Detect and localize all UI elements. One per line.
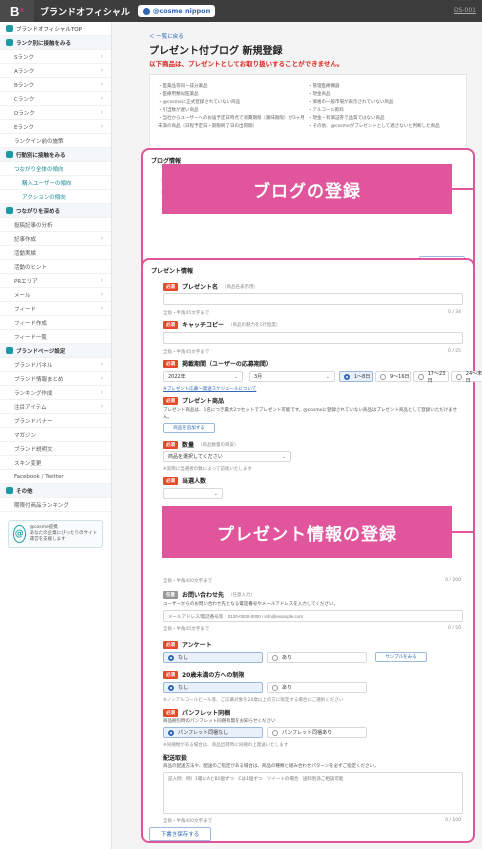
product-desc: プレゼント商品は、1名につき最大2つセットでプレゼント可能です。@cosmeに登… (163, 408, 458, 420)
sidebar-item[interactable]: 注目アイテム › (0, 400, 111, 414)
sidebar-section-brand: ブランドページ設定 (0, 344, 111, 358)
back-link[interactable]: ＜ 一覧に戻る (149, 32, 184, 40)
survey-none-radio[interactable]: なし (163, 652, 263, 663)
sidebar-item[interactable]: Dランク › (0, 106, 111, 120)
age-yes-radio[interactable]: あり (267, 682, 367, 693)
winners-select[interactable]: ⌄ (163, 488, 223, 499)
sample-button[interactable]: サンプルをみる (375, 652, 427, 662)
sidebar-item[interactable]: ブランド情報まとめ › (0, 372, 111, 386)
chart-icon (6, 39, 13, 46)
age-limit-label: 20歳未満の方への制限 (182, 672, 245, 679)
pamphlet-yes-radio[interactable]: パンフレット同梱あり (267, 727, 367, 738)
page-title: プレゼント付ブログ 新規登録 (149, 46, 283, 57)
chevron-down-icon: ⌄ (325, 373, 330, 380)
home-icon (6, 25, 13, 32)
sidebar-item[interactable]: ランクイン前の施策 (0, 134, 111, 148)
sidebar-item[interactable]: つながり全体の傾向 (0, 162, 111, 176)
survey-label: アンケート (182, 642, 212, 649)
blog-register-callout: ブログの登録 (162, 164, 452, 214)
brand-logo[interactable]: B ® (0, 0, 34, 22)
present-register-callout: プレゼント情報の登録 (162, 506, 452, 558)
sidebar-section-connect: つながりを深める (0, 204, 111, 218)
present-name-input[interactable] (163, 293, 463, 305)
contact-label: お問い合わせ先 (182, 592, 225, 599)
sidebar-item[interactable]: Sランク › (0, 50, 111, 64)
cosme-logo-icon: @ (13, 525, 26, 543)
top-bar: B ® ブランドオフィシャル @cosme nippon DS-001 (0, 0, 482, 22)
sidebar-item[interactable]: Facebook / Twitter (0, 470, 111, 484)
settings-icon (6, 347, 13, 354)
period-label: 掲載期間（ユーザーの応募期間） (182, 361, 272, 368)
warning-text: 以下商品は、プレゼントとしてお取り扱いすることができません。 (149, 60, 344, 68)
period-option-2[interactable]: 9〜16日 (375, 371, 411, 382)
header-link[interactable]: DS-001 (454, 7, 476, 14)
banner-text: あなたの企業にぴったりのサイト運営を支援します (29, 531, 98, 542)
sidebar-item[interactable]: スキン変更 (0, 456, 111, 470)
year-select[interactable]: 2022年 ⌄ (163, 371, 243, 382)
sidebar-section-rank: ランク別に接触をみる (0, 36, 111, 50)
link-icon (6, 207, 13, 214)
pamphlet-label: パンフレット同梱 (182, 710, 231, 717)
sidebar-item[interactable]: 投稿記事の分析 (0, 218, 111, 232)
add-product-button[interactable]: 商品を追加する (163, 423, 215, 433)
grid-icon (6, 487, 13, 494)
chevron-down-icon: ⌄ (281, 453, 286, 460)
sidebar: ブランドオフィシャルTOP ランク別に接触をみる Sランク › Aランク › Bラン… (0, 22, 112, 849)
account-icon (142, 7, 150, 15)
survey-yes-radio[interactable]: あり (267, 652, 367, 663)
quantity-select[interactable]: 商品を選択してください ⌄ (163, 451, 291, 462)
sidebar-subitem[interactable]: アクションの傾向 (0, 190, 111, 204)
catch-copy-input[interactable] (163, 332, 463, 344)
period-option-3[interactable]: 17〜23日 (413, 371, 449, 384)
restricted-list-left: 医薬品等同一成分薬品 医療用類似医薬品 @cosmeに正式登録されていない商品 … (158, 83, 308, 131)
sidebar-banner[interactable]: @ @cosme提携 あなたの企業にぴったりのサイト運営を支援します (8, 520, 103, 548)
contact-input[interactable] (163, 610, 463, 622)
restricted-list-right: 管理医療機器 現金商品 価格の一般市場が表示されていない商品 アルコール飲料 現… (308, 83, 458, 131)
sidebar-item[interactable]: PRエリア › (0, 274, 111, 288)
save-draft-button[interactable]: 下書き保存する (149, 827, 211, 841)
sidebar-item[interactable]: マガジン (0, 428, 111, 442)
sidebar-item[interactable]: ブランドバナー (0, 414, 111, 428)
sidebar-item[interactable]: Aランク › (0, 64, 111, 78)
sidebar-item[interactable]: フィード › (0, 302, 111, 316)
delivery-label: 配送取扱 (163, 755, 188, 762)
sidebar-item[interactable]: 期限付商品ランキング (0, 498, 111, 512)
present-panel-title: プレゼント情報 (151, 268, 194, 275)
quantity-label: 数量 (182, 442, 195, 449)
sidebar-item[interactable]: 記事作成 › (0, 232, 111, 246)
month-select[interactable]: 3月 ⌄ (249, 371, 335, 382)
sidebar-item[interactable]: メール › (0, 288, 111, 302)
winners-label: 当選人数 (182, 478, 207, 485)
period-option-1[interactable]: 1〜8日 (339, 371, 373, 382)
chevron-down-icon: ⌄ (233, 373, 238, 380)
period-option-4[interactable]: 24〜末日 (451, 371, 482, 384)
product-label: プレゼント商品 (182, 398, 225, 405)
present-name-label: プレゼント名 (182, 284, 219, 291)
delivery-textarea[interactable] (163, 772, 463, 814)
sidebar-item[interactable]: ブランドパネル › (0, 358, 111, 372)
sidebar-section-action: 行動別に接触をみる (0, 148, 111, 162)
sidebar-subitem[interactable]: 購入ユーザーの傾向 (0, 176, 111, 190)
catch-copy-label: キャッチコピー (182, 322, 225, 329)
sidebar-item[interactable]: Eランク › (0, 120, 111, 134)
sidebar-item[interactable]: Cランク › (0, 92, 111, 106)
sidebar-item[interactable]: フィード一覧 (0, 330, 111, 344)
restricted-items-box: 医薬品等同一成分薬品 医療用類似医薬品 @cosmeに正式登録されていない商品 … (149, 74, 467, 150)
pamphlet-none-radio[interactable]: パンフレット同梱なし (163, 727, 263, 738)
sidebar-item[interactable]: 活動実績 (0, 246, 111, 260)
activity-icon (6, 151, 13, 158)
chevron-down-icon: ⌄ (213, 490, 218, 497)
sidebar-item[interactable]: Bランク › (0, 78, 111, 92)
sidebar-item[interactable]: ブランド説明文 (0, 442, 111, 456)
age-none-radio[interactable]: なし (163, 682, 263, 693)
main-content: ＜ 一覧に戻る プレゼント付ブログ 新規登録 以下商品は、プレゼントとしてお取り… (112, 22, 482, 849)
account-badge[interactable]: @cosme nippon (137, 5, 216, 17)
schedule-link[interactable]: ※プレゼント応募〜発送スケジュールについて (163, 386, 256, 392)
sidebar-item-top[interactable]: ブランドオフィシャルTOP (0, 22, 111, 36)
sidebar-item[interactable]: ランキング作成 › (0, 386, 111, 400)
app-title: ブランドオフィシャル (40, 7, 130, 18)
sidebar-item[interactable]: 活動のヒント (0, 260, 111, 274)
sidebar-section-other: その他 (0, 484, 111, 498)
sidebar-item[interactable]: フィード作成 (0, 316, 111, 330)
